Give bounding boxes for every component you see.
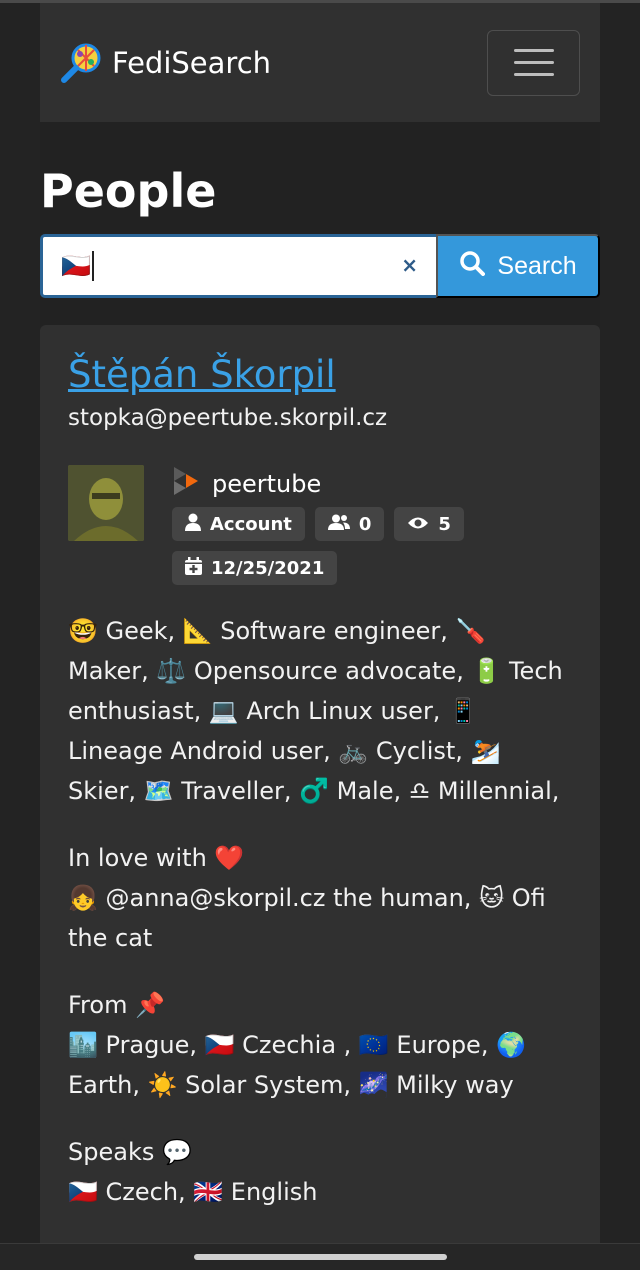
badge-list: Account 0 5 12/25/2021 — [172, 507, 472, 585]
user-icon — [185, 513, 201, 536]
system-navigation-bar — [0, 1243, 640, 1270]
account-type-label: Account — [210, 513, 292, 535]
bio-paragraph: 🤓 Geek, 📐 Software engineer, 🪛 Maker, ⚖️… — [68, 617, 563, 805]
search-query-text: 🇨🇿 — [61, 252, 91, 280]
views-badge: 5 — [394, 507, 464, 541]
bio-line: Speaks 💬 — [68, 1138, 192, 1166]
search-input-value: 🇨🇿 — [61, 251, 94, 281]
bio-line: In love with ❤️ — [68, 844, 245, 872]
page-gutter-right — [600, 3, 640, 1243]
page-title: People — [40, 164, 217, 218]
views-count: 5 — [438, 513, 451, 535]
eye-icon — [407, 514, 429, 535]
users-icon — [327, 514, 350, 535]
search-form: 🇨🇿 × Search — [40, 234, 600, 298]
peertube-icon — [172, 465, 200, 503]
page-gutter-left — [0, 3, 40, 1243]
bio-line: From 📌 — [68, 991, 165, 1019]
home-indicator[interactable] — [194, 1254, 447, 1260]
bio-paragraph: Speaks 💬 🇨🇿 Czech, 🇬🇧 English — [68, 1132, 572, 1212]
created-date: 12/25/2021 — [211, 557, 325, 579]
meta-details: peertube Account 0 5 12/25/2021 — [172, 465, 572, 585]
search-button[interactable]: Search — [436, 234, 600, 298]
text-caret — [91, 251, 94, 281]
fedisearch-logo-icon — [60, 42, 102, 84]
platform-row: peertube — [172, 465, 572, 503]
followers-count: 0 — [358, 513, 372, 535]
brand-link[interactable]: FediSearch — [60, 42, 271, 84]
account-type-badge: Account — [172, 507, 305, 541]
bio-paragraph: In love with ❤️ 👧 @anna@skorpil.cz the h… — [68, 838, 572, 958]
person-handle: stopka@peertube.skorpil.cz — [68, 405, 388, 431]
navbar: FediSearch — [40, 3, 600, 122]
bio-line: 🏙️ Prague, 🇨🇿 Czechia , 🇪🇺 Europe, 🌍 Ear… — [68, 1031, 526, 1099]
person-meta: peertube Account 0 5 12/25/2021 — [68, 465, 572, 585]
calendar-plus-icon — [185, 556, 202, 580]
search-button-label: Search — [497, 251, 577, 280]
main-container: FediSearch People 🇨🇿 × Search Štěpán Ško… — [40, 3, 600, 1270]
followers-badge: 0 — [314, 507, 385, 541]
clear-search-button[interactable]: × — [401, 253, 418, 277]
platform-name: peertube — [212, 470, 322, 498]
hamburger-icon-bar-1 — [513, 49, 554, 52]
menu-toggle-button[interactable] — [487, 29, 580, 96]
avatar[interactable] — [68, 465, 144, 541]
created-date-badge: 12/25/2021 — [172, 551, 338, 585]
person-card: Štěpán Škorpil stopka@peertube.skorpil.c… — [40, 325, 600, 1270]
search-icon — [459, 250, 486, 283]
search-input[interactable]: 🇨🇿 × — [40, 234, 436, 298]
bio-paragraph: From 📌 🏙️ Prague, 🇨🇿 Czechia , 🇪🇺 Europe… — [68, 985, 572, 1105]
bio-line: 🇨🇿 Czech, 🇬🇧 English — [68, 1178, 318, 1206]
bio-line: 👧 @anna@skorpil.cz the human, 🐱 Ofi the … — [68, 884, 546, 952]
brand-name: FediSearch — [112, 45, 272, 80]
person-bio: 🤓 Geek, 📐 Software engineer, 🪛 Maker, ⚖️… — [68, 611, 572, 1212]
hamburger-icon-bar-2 — [513, 61, 554, 64]
hamburger-icon-bar-3 — [513, 73, 554, 76]
person-name-link[interactable]: Štěpán Škorpil — [68, 351, 336, 399]
